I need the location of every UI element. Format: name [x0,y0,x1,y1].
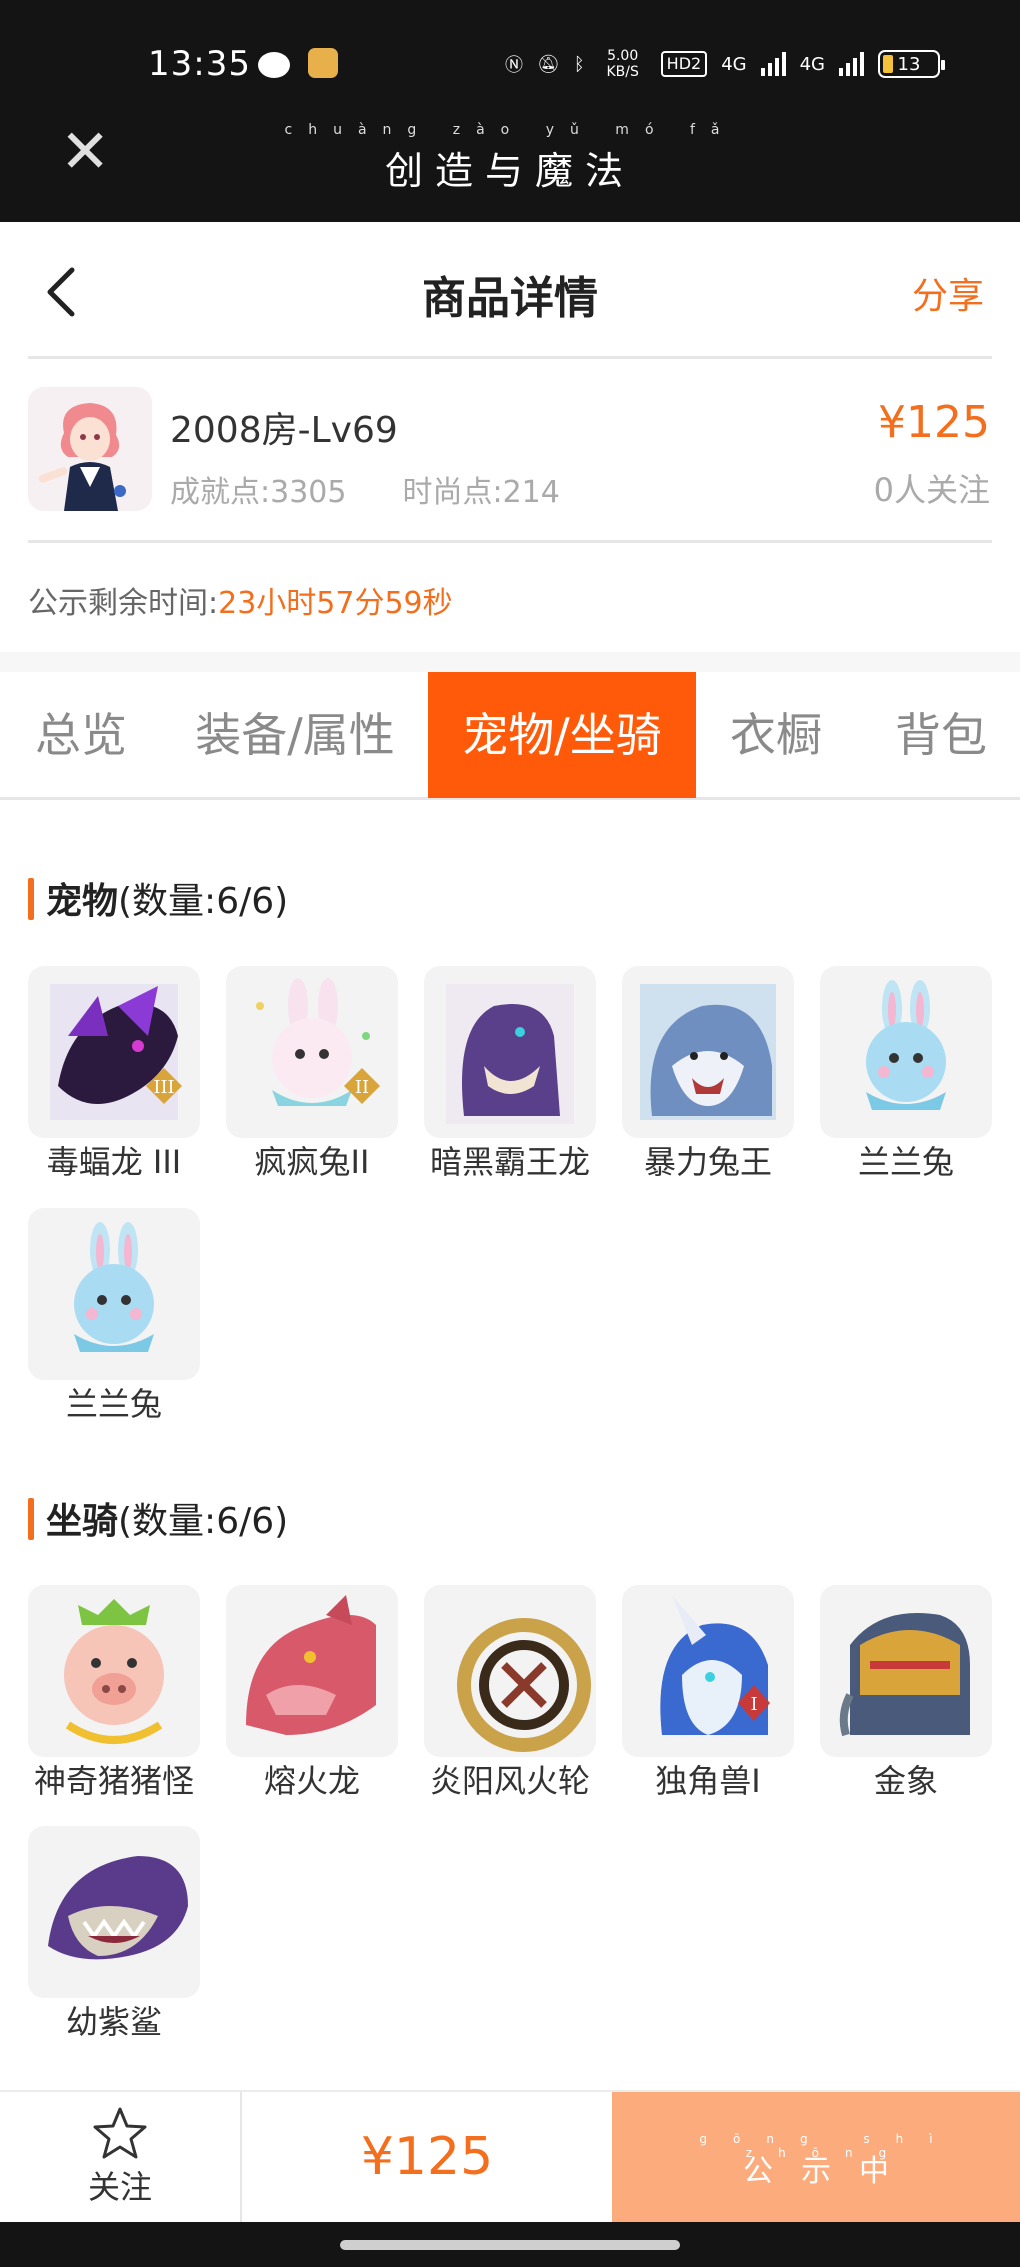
mount-image [226,1585,398,1757]
pet-name: 兰兰兔 [857,1143,954,1181]
countdown-value: 23小时57分59秒 [218,586,453,621]
pet-item[interactable]: 兰兰兔 [820,966,992,1184]
mount-badge: I [750,1694,757,1715]
pet-badge: II [355,1077,369,1098]
mount-image [820,1585,992,1757]
app-notify-icon [308,48,338,78]
app-title: chuàng zào yǔ mó fǎ 创造与魔法 [0,122,1020,195]
mount-name: 独角兽I [655,1762,761,1800]
pet-item[interactable]: 暴力兔王 [622,966,794,1184]
pets-section-title: 宠物(数量:6/6) [28,872,288,924]
status-indicators: Ⓝ 🔕︎ ᛒ 5.00 KB/S HD2 4G 4G 13 [504,44,945,84]
tab-bar: 总览 装备/属性 宠物/坐骑 衣橱 背包 [0,672,1020,800]
star-icon [93,2107,147,2159]
mount-name: 炎阳风火轮 [429,1762,590,1800]
section-separator [0,652,1020,672]
app-bar: ✕ chuàng zào yǔ mó fǎ 创造与魔法 [0,92,1020,222]
fashion-points: 时尚点:214 [402,475,560,510]
tab-pets-mounts[interactable]: 宠物/坐骑 [428,672,696,798]
mount-item[interactable]: 幼紫鲨 [28,1826,200,2044]
bottom-action-bar: 关注 ¥125 gōng shì zhōng 公示中 [0,2090,1020,2222]
product-stats: 成就点:3305 时尚点:214 [170,467,560,511]
mount-image [28,1585,200,1757]
mute-icon: 🔕︎ [536,53,560,75]
follow-button[interactable]: 关注 [0,2092,242,2222]
pet-image [424,966,596,1138]
mount-item[interactable]: 金象 [820,1585,992,1803]
mount-item[interactable]: 神奇猪猪怪 [28,1585,200,1803]
mounts-count: (数量:6/6) [118,1501,289,1542]
pet-item[interactable]: II 疯疯兔II [226,966,398,1184]
tab-wardrobe[interactable]: 衣橱 [706,672,846,798]
sim2-label: 4G [799,53,825,75]
character-avatar [28,387,152,511]
mount-item[interactable]: 炎阳风火轮 [424,1585,596,1803]
tab-equipment[interactable]: 装备/属性 [172,672,418,798]
countdown-label: 公示剩余时间: [28,586,219,621]
product-info: 2008房-Lv69 成就点:3305 时尚点:214 ¥125 0人关注 [0,359,1020,539]
signal-icon-2 [839,52,864,76]
tab-backpack[interactable]: 背包 [866,672,1016,798]
pets-count: (数量:6/6) [118,881,289,922]
notice-label: 公示中 [743,2154,917,2189]
pet-image [820,966,992,1138]
mount-name: 幼紫鲨 [65,2003,162,2041]
tab-overview[interactable]: 总览 [0,672,162,798]
pet-name: 疯疯兔II [254,1143,370,1181]
pet-image: II [226,966,398,1138]
signal-icon [760,52,786,76]
product-price: ¥125 [878,397,990,448]
pet-image: III [28,966,200,1138]
share-button[interactable]: 分享 [912,267,984,319]
follower-count: 0人关注 [873,471,990,509]
pet-name: 兰兰兔 [65,1385,162,1423]
mounts-title: 坐骑 [46,1501,119,1542]
battery-icon: 13 [878,50,945,78]
pet-name: 暴力兔王 [643,1143,772,1181]
page-title: 商品详情 [422,273,598,324]
mount-name: 金象 [873,1762,938,1800]
countdown: 公示剩余时间:23小时57分59秒 [28,578,453,622]
mount-name: 神奇猪猪怪 [33,1762,194,1800]
mount-image [424,1585,596,1757]
bottom-price: ¥125 [360,2127,494,2187]
system-nav-bar [0,2222,1020,2267]
page-header: 商品详情 分享 [0,222,1020,357]
wechat-icon [258,52,290,78]
mount-item[interactable]: 熔火龙 [226,1585,398,1803]
pet-name: 暗黑霸王龙 [429,1143,590,1181]
status-time: 13:35 [148,44,251,84]
home-gesture-handle[interactable] [340,2240,680,2250]
public-notice-button[interactable]: gōng shì zhōng 公示中 [612,2092,1020,2222]
pet-item[interactable]: 兰兰兔 [28,1208,200,1426]
nfc-icon: Ⓝ [504,55,523,76]
pet-image [28,1208,200,1380]
follow-label: 关注 [87,2168,152,2206]
pets-title: 宠物 [46,881,119,922]
mount-item[interactable]: I 独角兽I [622,1585,794,1803]
pet-image [622,966,794,1138]
pet-name: 毒蝠龙 III [46,1143,182,1181]
pet-item[interactable]: III 毒蝠龙 III [28,966,200,1184]
sim1-label: 4G [721,53,747,75]
hd-icon: HD2 [660,51,708,77]
product-name: 2008房-Lv69 [170,410,398,451]
app-title-text: 创造与魔法 [384,149,635,193]
divider [28,540,992,543]
bluetooth-icon: ᛒ [573,53,585,75]
app-title-pinyin: chuàng zào yǔ mó fǎ [284,122,736,138]
pet-badge: III [153,1077,174,1098]
mount-image: I [622,1585,794,1757]
achievement-points: 成就点:3305 [170,475,347,510]
battery-level: 13 [897,53,921,75]
mounts-section-title: 坐骑(数量:6/6) [28,1492,288,1544]
mount-image [28,1826,200,1998]
mount-name: 熔火龙 [263,1762,360,1800]
net-speed: 5.00 KB/S [606,48,639,80]
pet-item[interactable]: 暗黑霸王龙 [424,966,596,1184]
